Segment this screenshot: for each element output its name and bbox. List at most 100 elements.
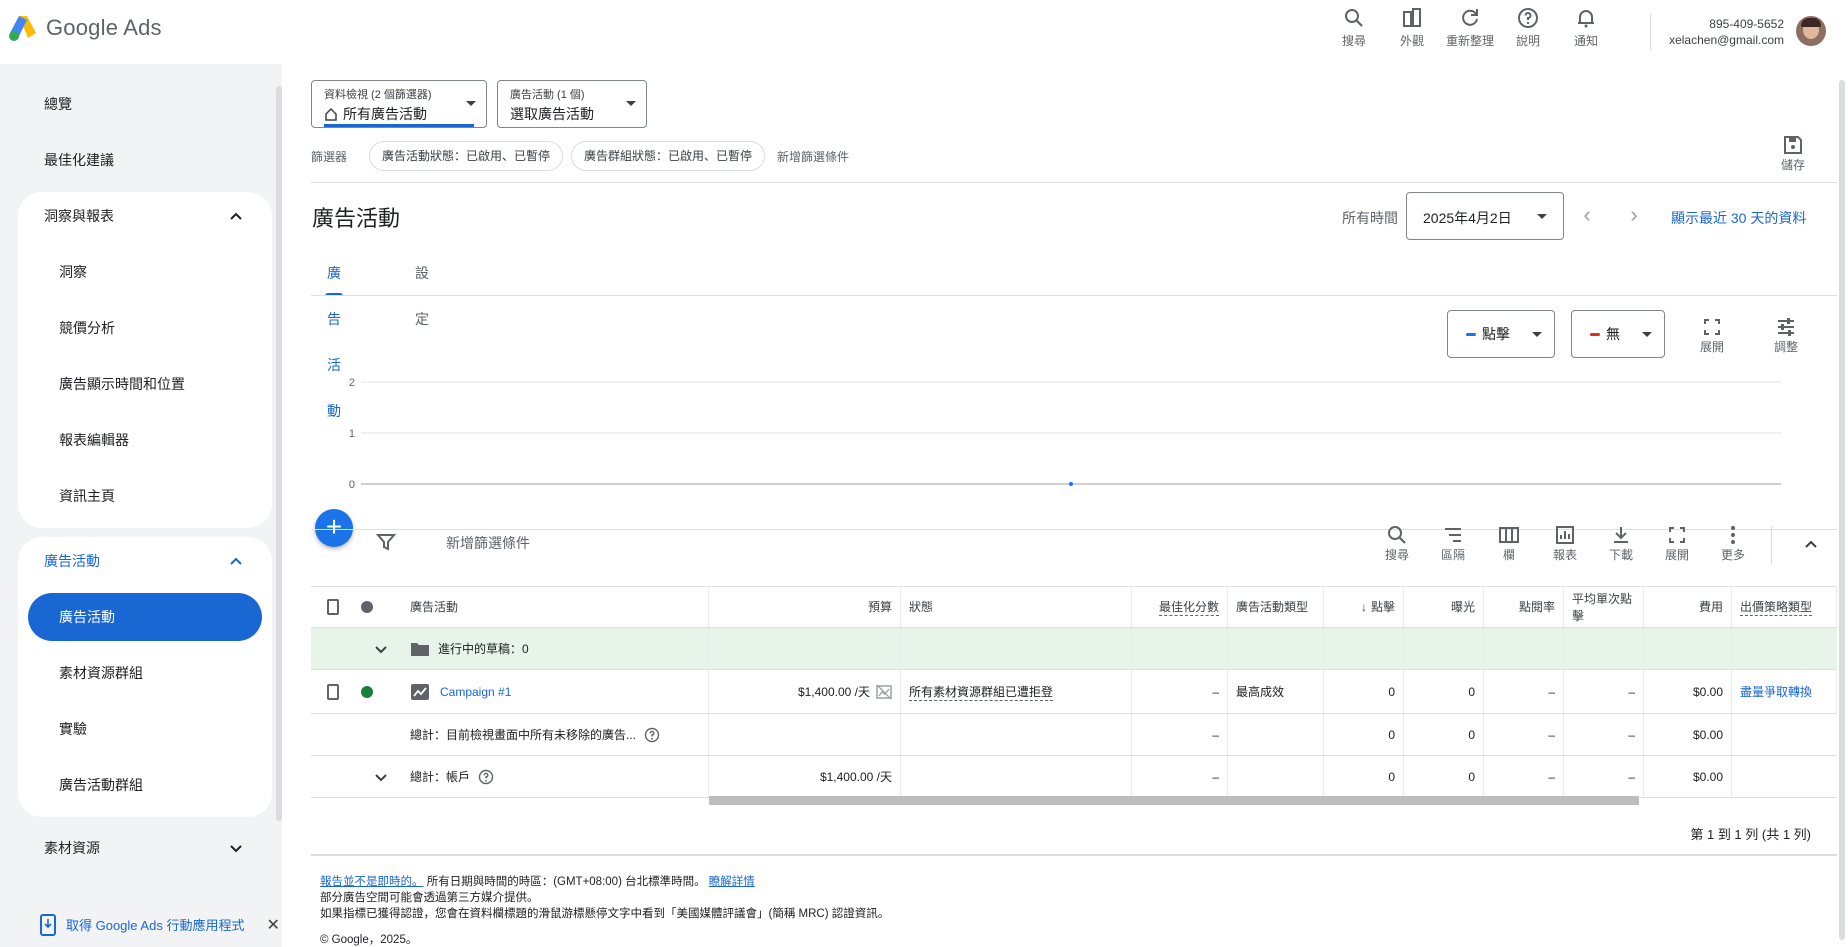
avatar[interactable]: [1796, 16, 1826, 46]
header-clicks[interactable]: ↓ 點擊: [1324, 586, 1404, 627]
tab-campaigns[interactable]: 廣告活動: [311, 250, 357, 419]
sidebar-item-asset-groups[interactable]: 素材資源群組: [18, 649, 272, 697]
sidebar-item-overview[interactable]: 總覽: [18, 80, 272, 128]
row-status-dot[interactable]: [355, 670, 381, 713]
date-range-picker[interactable]: 2025年4月2日: [1406, 192, 1564, 240]
chart-adjust-button[interactable]: 調整: [1758, 316, 1814, 355]
sidebar-item-campaigns[interactable]: 廣告活動: [28, 593, 262, 641]
top-refresh-button[interactable]: 重新整理: [1441, 6, 1499, 49]
metric-selector-1[interactable]: 點擊: [1447, 310, 1555, 358]
save-button[interactable]: 儲存: [1781, 134, 1805, 173]
header-ctr[interactable]: 點閱率: [1484, 586, 1564, 627]
sidebar-item-experiments[interactable]: 實驗: [18, 705, 272, 753]
campaign-budget-cell[interactable]: $1,400.00 /天: [709, 670, 901, 713]
campaign-cost: $0.00: [1644, 670, 1732, 713]
chart-data-point[interactable]: [1069, 482, 1073, 486]
account-info[interactable]: 895-409-5652 xelachen@gmail.com: [1669, 16, 1784, 48]
table-more-label: 更多: [1720, 548, 1745, 562]
sidebar-item-dashboards[interactable]: 資訊主頁: [18, 472, 272, 520]
table-row[interactable]: Campaign #1 $1,400.00 /天 所有素材資源群組已遭拒登 – …: [311, 670, 1837, 714]
header-opt-score[interactable]: 最佳化分數: [1132, 586, 1228, 627]
filter-chip-adgroup-status[interactable]: 廣告群組狀態：已啟用、已暫停: [571, 141, 766, 171]
table-search-button[interactable]: 搜尋: [1369, 524, 1425, 563]
top-help-button[interactable]: 說明: [1499, 6, 1557, 49]
next-date-button[interactable]: ›: [1621, 202, 1647, 228]
sidebar-item-campaign-groups[interactable]: 廣告活動群組: [18, 761, 272, 809]
total-account-status: [901, 756, 1132, 797]
sidebar-item-recommendations[interactable]: 最佳化建議: [18, 136, 272, 184]
header-bidding[interactable]: 出價策略類型: [1732, 586, 1837, 627]
sidebar-section-assets[interactable]: 素材資源: [18, 824, 272, 872]
campaign-budget: $1,400.00 /天: [797, 685, 870, 699]
pager-label: 第 1 到 1 列 (共 1 列): [1690, 827, 1811, 842]
checkbox[interactable]: [327, 598, 339, 615]
sidebar-item-auction-insights[interactable]: 競價分析: [18, 304, 272, 352]
help-icon[interactable]: [478, 769, 494, 785]
total-view-label: 總計：目前檢視畫面中所有未移除的廣告...: [410, 728, 637, 742]
status-dot-icon: [361, 600, 373, 613]
table-more-button[interactable]: 更多: [1705, 524, 1761, 563]
sidebar-item-insights[interactable]: 洞察: [18, 248, 272, 296]
account-id: 895-409-5652: [1709, 17, 1784, 31]
draft-cell: [901, 628, 1132, 669]
table-segment-button[interactable]: 區隔: [1425, 524, 1481, 563]
footer-realtime-link[interactable]: 報告並不是即時的。: [320, 876, 424, 888]
header-type[interactable]: 廣告活動類型: [1228, 586, 1324, 627]
show-recent-link[interactable]: 顯示最近 30 天的資料: [1671, 208, 1806, 228]
draft-expand-toggle[interactable]: [365, 628, 401, 669]
header-select-all[interactable]: [311, 586, 347, 627]
sidebar-section-insights[interactable]: 洞察與報表: [18, 192, 272, 240]
table-download-button[interactable]: 下載: [1593, 524, 1649, 563]
table-columns-button[interactable]: 欄: [1481, 524, 1537, 563]
top-notifications-button[interactable]: 通知: [1557, 6, 1615, 49]
top-appearance-button[interactable]: 外觀: [1383, 6, 1441, 49]
header-campaign[interactable]: 廣告活動: [402, 586, 709, 627]
metric-selector-2[interactable]: 無: [1571, 310, 1665, 358]
table-report-button[interactable]: 報表: [1537, 524, 1593, 563]
campaign-bidding[interactable]: 盡量爭取轉換: [1732, 670, 1837, 713]
table-horizontal-scrollbar[interactable]: [709, 796, 1639, 805]
top-search-button[interactable]: 搜尋: [1325, 6, 1383, 49]
top-notifications-label: 通知: [1573, 34, 1598, 48]
chart-expand-button[interactable]: 展開: [1684, 316, 1740, 355]
campaign-status-cell[interactable]: 所有素材資源群組已遭拒登: [901, 670, 1132, 713]
header-status[interactable]: 狀態: [901, 586, 1132, 627]
sidebar-item-when-where[interactable]: 廣告顯示時間和位置: [18, 360, 272, 408]
prev-date-button[interactable]: ‹: [1574, 202, 1600, 228]
sidebar-scrollbar[interactable]: [276, 86, 282, 821]
data-view-selector[interactable]: 資料檢視 (2 個篩選器) 所有廣告活動: [311, 80, 487, 128]
table-add-filter[interactable]: 新增篩選條件: [446, 533, 530, 553]
header-budget[interactable]: 預算: [709, 586, 901, 627]
footer-learn-more-link[interactable]: 瞭解詳情: [709, 876, 755, 888]
campaign-name-link[interactable]: Campaign #1: [440, 685, 511, 699]
google-ads-logo[interactable]: Google Ads: [8, 14, 162, 42]
sidebar-section-campaigns[interactable]: 廣告活動: [18, 537, 272, 585]
bell-icon: [1578, 10, 1594, 28]
header-impr[interactable]: 曝光: [1404, 586, 1484, 627]
checkbox[interactable]: [327, 683, 339, 700]
table-expand-button[interactable]: 展開: [1649, 524, 1705, 563]
campaign-name-cell[interactable]: Campaign #1: [402, 670, 709, 713]
collapse-chevron-icon[interactable]: [1801, 534, 1821, 554]
help-icon[interactable]: [644, 727, 660, 743]
campaign-status[interactable]: 所有素材資源群組已遭拒登: [909, 683, 1054, 701]
filter-chip-campaign-status[interactable]: 廣告活動狀態：已啟用、已暫停: [369, 141, 564, 171]
app-promo-label: 取得 Google Ads 行動應用程式: [66, 918, 245, 933]
filter-icon[interactable]: [376, 532, 396, 552]
total-account-expand[interactable]: [365, 756, 401, 797]
search-icon: [1388, 526, 1406, 544]
caret-down-icon: [1537, 214, 1547, 219]
segment-icon: [1445, 528, 1461, 542]
top-bar: Google Ads 搜尋 外觀 重新整理 說明 通知 895-409-5652…: [0, 0, 1848, 64]
row-select[interactable]: [311, 670, 347, 713]
app-promo-banner[interactable]: 取得 Google Ads 行動應用程式 ✕: [0, 902, 282, 947]
close-icon[interactable]: ✕: [266, 915, 279, 935]
draft-cell: [1644, 628, 1732, 669]
add-filter-link[interactable]: 新增篩選條件: [777, 148, 849, 165]
campaign-selector[interactable]: 廣告活動 (1 個) 選取廣告活動: [497, 80, 647, 128]
sidebar-item-report-editor[interactable]: 報表編輯器: [18, 416, 272, 464]
tab-settings[interactable]: 設定: [399, 250, 445, 327]
header-avg-cpc[interactable]: 平均單次點擊: [1564, 586, 1644, 627]
header-cost[interactable]: 費用: [1644, 586, 1732, 627]
main-scrollbar[interactable]: [1839, 80, 1845, 940]
